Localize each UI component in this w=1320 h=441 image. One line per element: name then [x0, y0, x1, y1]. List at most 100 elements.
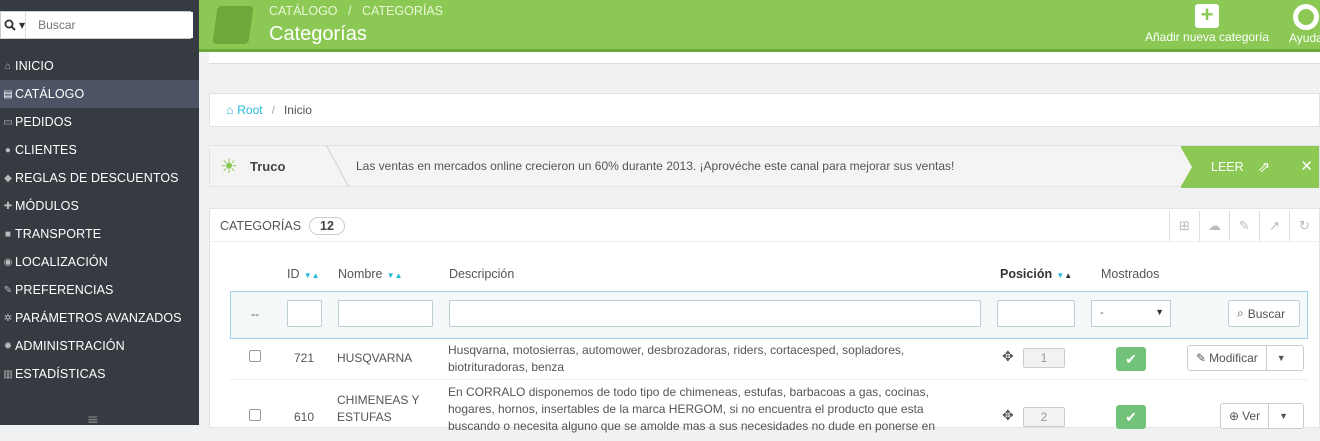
page-header: CATÁLOGO / CATEGORÍAS Categorías + Añadi… [199, 0, 1320, 52]
column-id[interactable]: ID ▼▲ [287, 267, 320, 281]
sidebar-item-inicio[interactable]: ⌂ INICIO [0, 52, 199, 80]
sidebar-item-reglas[interactable]: ◆ REGLAS DE DESCUENTOS [0, 164, 199, 192]
search-button[interactable]: ⌕ Buscar [1228, 300, 1300, 327]
sidebar-item-localizacion[interactable]: ◉ LOCALIZACIÓN [0, 248, 199, 276]
caret-down-icon[interactable]: ▼ [1265, 346, 1296, 370]
table-row[interactable]: 610 CHIMENEAS Y ESTUFAS En CORRALO dispo… [230, 381, 1308, 441]
edit-icon[interactable]: ✎ [1229, 211, 1259, 241]
sidebar-item-label: LOCALIZACIÓN [15, 255, 108, 269]
caret-down-icon: ▼ [1155, 307, 1164, 317]
tip-label: Truco [250, 158, 286, 174]
sidebar-item-administracion[interactable]: ✹ ADMINISTRACIÓN [0, 332, 199, 360]
view-label: Ver [1242, 409, 1261, 423]
cloud-upload-icon[interactable]: ☁ [1199, 211, 1229, 241]
search-scope-button[interactable]: ▼ [1, 12, 27, 38]
divider [210, 241, 1320, 242]
row-description-line: hogares, hornos, insertables de la marca… [448, 402, 924, 416]
row-name: HUSQVARNA [337, 351, 413, 365]
table-row[interactable]: 721 HUSQVARNA Husqvarna, motosierras, au… [230, 339, 1308, 380]
tags-icon: ◆ [4, 172, 12, 184]
help-button[interactable]: Ayuda [1289, 4, 1320, 45]
filter-shown-select[interactable]: - ▼ [1091, 300, 1171, 327]
close-icon[interactable]: ✕ [1300, 157, 1313, 175]
search-input[interactable] [26, 12, 194, 38]
column-position[interactable]: Posición ▼▲ [1000, 267, 1072, 281]
filter-name-input[interactable] [338, 300, 433, 327]
row-action-button[interactable]: ✎ Modificar ▼ [1187, 345, 1304, 371]
row-position: 1 [1023, 348, 1065, 368]
column-position-label: Posición [1000, 267, 1053, 281]
sidebar-item-clientes[interactable]: ● CLIENTES [0, 136, 199, 164]
home-icon: ⌂ [4, 60, 12, 72]
check-icon[interactable]: ✔ [1116, 405, 1146, 429]
sort-icon[interactable]: ▼▲ [302, 271, 320, 280]
export-icon[interactable]: ↗ [1259, 211, 1289, 241]
breadcrumb-root-link[interactable]: Root [237, 103, 262, 117]
sidebar-item-transporte[interactable]: ■ TRANSPORTE [0, 220, 199, 248]
edit-label: Modificar [1209, 351, 1258, 365]
home-icon: ⌂ [226, 103, 234, 117]
read-more-button[interactable]: LEER ⇗ [1180, 146, 1319, 188]
external-link-icon: ⇗ [1257, 159, 1271, 176]
search-box: ▼ [0, 11, 194, 39]
drag-handle-icon[interactable]: ✥ [1002, 348, 1014, 365]
lightbulb-icon: ☀ [220, 155, 238, 178]
row-name-line: CHIMENEAS Y [337, 393, 420, 407]
filter-description-input[interactable] [449, 300, 981, 327]
sidebar-item-estadisticas[interactable]: ▥ ESTADÍSTICAS [0, 360, 199, 388]
select-value: - [1100, 307, 1104, 319]
pencil-icon: ✎ [1196, 351, 1207, 365]
row-position: 2 [1023, 407, 1065, 427]
column-name[interactable]: Nombre ▼▲ [338, 267, 403, 281]
kpi-strip [209, 52, 1320, 64]
column-id-label: ID [287, 267, 300, 281]
help-label: Ayuda [1289, 31, 1320, 45]
row-description-line: En CORRALO disponemos de todo tipo de ch… [448, 385, 929, 399]
sidebar: ▼ ⌂INICIO ▤CATÁLOGO ▭PEDIDOS ●CLIENTES ◆… [0, 0, 199, 428]
add-category-button[interactable]: + Añadir nueva categoría [1145, 4, 1269, 45]
check-icon[interactable]: ✔ [1116, 347, 1146, 371]
row-checkbox[interactable] [249, 350, 261, 362]
sort-icon[interactable]: ▼▲ [384, 271, 403, 280]
row-description-line: biotrituradoras, benza [448, 360, 565, 374]
filter-position-input[interactable] [997, 300, 1075, 327]
sidebar-item-modulos[interactable]: ✚ MÓDULOS [0, 192, 199, 220]
sidebar-item-catalogo[interactable]: ▤ CATÁLOGO [0, 80, 199, 108]
plus-icon: + [1195, 4, 1220, 28]
main-menu: ⌂ INICIO ▤ CATÁLOGO ▭ PEDIDOS ● CLIENTES ◆ RE… [0, 52, 199, 388]
sidebar-item-label: MÓDULOS [15, 199, 79, 213]
sidebar-item-label: CLIENTES [15, 143, 77, 157]
row-action-button[interactable]: ⊕ Ver ▼ [1220, 403, 1304, 429]
menu-collapse-icon[interactable]: ≡ [87, 412, 99, 428]
sidebar-item-preferencias[interactable]: ✎ PREFERENCIAS [0, 276, 199, 304]
sidebar-item-pedidos[interactable]: ▭ PEDIDOS [0, 108, 199, 136]
list-toolbar: ⊞ ☁ ✎ ↗ ↻ [1169, 211, 1319, 241]
row-description-line: buscando o necesita alguno que se amolde… [448, 419, 936, 433]
header-crumb-catalogo[interactable]: CATÁLOGO [269, 4, 338, 18]
filter-dash: -- [251, 307, 259, 321]
truck-icon: ■ [4, 228, 12, 240]
edit-button[interactable]: ✎ Modificar [1188, 346, 1266, 370]
search-button-label: Buscar [1247, 306, 1286, 321]
row-checkbox[interactable] [249, 409, 261, 421]
filter-id-input[interactable] [287, 300, 322, 327]
sidebar-item-parametros[interactable]: ✲ PARÁMETROS AVANZADOS [0, 304, 199, 332]
row-name-line: ESTUFAS [337, 410, 392, 424]
book-icon [212, 6, 254, 44]
column-name-label: Nombre [338, 267, 383, 281]
view-button[interactable]: ⊕ Ver [1221, 404, 1268, 428]
gear-icon: ✹ [3, 340, 13, 352]
sort-icon[interactable]: ▼▲ [1054, 271, 1072, 280]
drag-handle-icon[interactable]: ✥ [1002, 407, 1014, 424]
add-icon[interactable]: ⊞ [1169, 211, 1199, 241]
column-description-label: Descripción [449, 267, 515, 281]
users-icon: ● [4, 144, 12, 156]
sidebar-item-label: CATÁLOGO [15, 87, 85, 101]
page-title: Categorías [269, 23, 367, 45]
breadcrumb-current: Inicio [283, 103, 312, 117]
tip-banner: ☀ Truco Las ventas en mercados online cr… [209, 145, 1320, 188]
caret-down-icon[interactable]: ▼ [1268, 404, 1298, 428]
header-crumb-categorias[interactable]: CATEGORÍAS [362, 4, 443, 18]
refresh-icon[interactable]: ↻ [1289, 211, 1319, 241]
column-shown: Mostrados [1101, 267, 1159, 281]
